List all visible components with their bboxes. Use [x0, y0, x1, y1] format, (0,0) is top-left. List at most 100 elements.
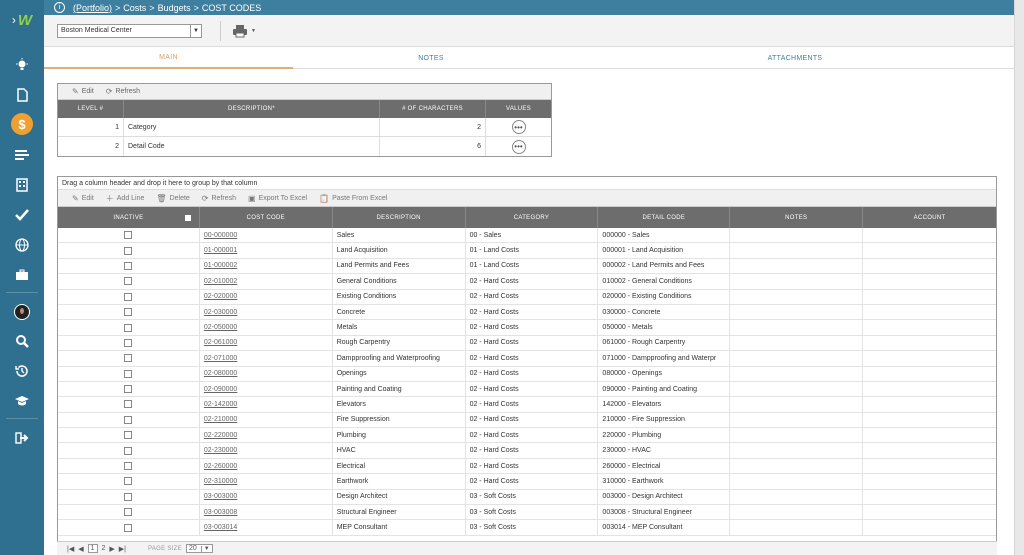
- costs-dollar-icon[interactable]: $: [0, 111, 44, 137]
- inactive-checkbox[interactable]: [124, 523, 133, 532]
- grid-refresh-button[interactable]: ⟳ Refresh: [202, 194, 236, 203]
- table-row[interactable]: 02-220000 Plumbing 02 - Hard Costs 220000 -…: [58, 428, 996, 444]
- table-row[interactable]: 02-080000 Openings 02 - Hard Costs 080000 -…: [58, 366, 996, 382]
- levels-edit-button[interactable]: ✎ Edit: [72, 87, 94, 96]
- cost-code-link-text[interactable]: 02-260000: [204, 463, 237, 470]
- table-row[interactable]: 02-020000 Existing Conditions 02 - Hard Co…: [58, 289, 996, 305]
- cost-code-link-text[interactable]: 02-071000: [204, 355, 237, 362]
- inactive-checkbox[interactable]: [124, 385, 133, 394]
- header-notes[interactable]: NOTES: [730, 207, 864, 228]
- document-icon[interactable]: [0, 82, 44, 108]
- cost-code-link-text[interactable]: 02-020000: [204, 293, 237, 300]
- last-page-icon[interactable]: ▶|: [119, 545, 126, 553]
- cost-code-link[interactable]: 02-020000: [200, 289, 333, 304]
- table-row[interactable]: 02-210000 Fire Suppression 02 - Hard Costs…: [58, 412, 996, 429]
- cost-code-link[interactable]: 01-000001: [200, 243, 333, 258]
- cost-code-link-text[interactable]: 02-030000: [204, 309, 237, 316]
- more-options-icon[interactable]: •••: [511, 139, 526, 154]
- table-row[interactable]: 03-003000 Design Architect 03 - Soft Costs…: [58, 489, 996, 506]
- inactive-checkbox[interactable]: [124, 246, 133, 255]
- cost-code-link[interactable]: 02-210000: [200, 412, 333, 428]
- cost-code-link[interactable]: 02-010002: [200, 274, 333, 289]
- levels-header-chars[interactable]: # OF CHARACTERS: [380, 100, 486, 118]
- cost-code-link[interactable]: 02-310000: [200, 474, 333, 489]
- graduation-cap-icon[interactable]: [0, 388, 44, 414]
- paste-excel-button[interactable]: 📋 Paste From Excel: [319, 194, 387, 203]
- inactive-checkbox[interactable]: [124, 261, 133, 270]
- table-row[interactable]: 02-010002 General Conditions 02 - Hard Cos…: [58, 274, 996, 290]
- checkmark-icon[interactable]: [0, 202, 44, 228]
- cost-code-link-text[interactable]: 01-000001: [204, 247, 237, 254]
- cost-code-link-text[interactable]: 02-310000: [204, 478, 237, 485]
- lightbulb-icon[interactable]: [0, 52, 44, 78]
- first-page-icon[interactable]: |◀: [67, 545, 74, 553]
- header-detail-code[interactable]: DETAIL CODE: [598, 207, 731, 228]
- cost-code-link-text[interactable]: 02-061000: [204, 339, 237, 346]
- next-page-icon[interactable]: ▶: [109, 545, 114, 553]
- table-row[interactable]: 01-000002 Land Permits and Fees 01 - Land …: [58, 258, 996, 275]
- page-size-select[interactable]: 20 ▼: [185, 544, 213, 553]
- inactive-checkbox[interactable]: [124, 277, 133, 286]
- cost-code-link-text[interactable]: 02-010002: [204, 278, 237, 285]
- table-row[interactable]: 02-230000 HVAC 02 - Hard Costs 230000 - HVA…: [58, 443, 996, 459]
- table-row[interactable]: 02-090000 Painting and Coating 02 - Hard C…: [58, 381, 996, 398]
- levels-header-level[interactable]: LEVEL #: [58, 100, 124, 118]
- levels-row[interactable]: 1 Category 2 •••: [58, 118, 551, 137]
- add-line-button[interactable]: ＋ Add Line: [106, 193, 145, 204]
- cost-code-link-text[interactable]: 01-000002: [204, 262, 237, 269]
- inactive-checkbox[interactable]: [124, 292, 133, 301]
- search-icon[interactable]: [0, 328, 44, 354]
- tab-notes[interactable]: NOTES: [306, 47, 556, 69]
- table-row[interactable]: 02-050000 Metals 02 - Hard Costs 050000 - M…: [58, 320, 996, 336]
- table-row[interactable]: 02-310000 Earthwork 02 - Hard Costs 310000 …: [58, 474, 996, 490]
- inactive-checkbox[interactable]: [124, 369, 133, 378]
- table-row[interactable]: 00-000000 Sales 00 - Sales 000000 - Sales: [58, 228, 996, 244]
- inactive-checkbox[interactable]: [124, 400, 133, 409]
- export-excel-button[interactable]: ▣ Export To Excel: [248, 194, 307, 203]
- table-row[interactable]: 01-000001 Land Acquisition 01 - Land Costs…: [58, 243, 996, 259]
- table-row[interactable]: 02-260000 Electrical 02 - Hard Costs 260000…: [58, 458, 996, 475]
- cost-code-link-text[interactable]: 03-003014: [204, 524, 237, 531]
- inactive-checkbox[interactable]: [124, 446, 133, 455]
- more-options-icon[interactable]: •••: [511, 120, 526, 134]
- levels-refresh-button[interactable]: ⟳ Refresh: [106, 87, 140, 96]
- cost-code-link[interactable]: 02-090000: [200, 381, 333, 397]
- cost-code-link-text[interactable]: 02-050000: [204, 324, 237, 331]
- select-all-checkbox[interactable]: [184, 214, 191, 221]
- cost-code-link[interactable]: 01-000002: [200, 258, 333, 274]
- page-1-button[interactable]: 1: [87, 544, 98, 553]
- cost-code-link[interactable]: 02-050000: [200, 320, 333, 335]
- building-icon[interactable]: [0, 172, 44, 198]
- info-icon[interactable]: i: [54, 2, 65, 13]
- cost-code-link-text[interactable]: 02-210000: [204, 416, 237, 423]
- cost-code-link-text[interactable]: 00-000000: [204, 232, 237, 239]
- globe-icon[interactable]: [0, 232, 44, 258]
- cost-code-link[interactable]: 02-230000: [200, 443, 333, 458]
- cost-code-link-text[interactable]: 02-220000: [204, 432, 237, 439]
- header-inactive[interactable]: INACTIVE: [58, 207, 200, 228]
- inactive-checkbox[interactable]: [124, 477, 133, 486]
- levels-row[interactable]: 2 Detail Code 6 •••: [58, 137, 551, 156]
- project-select[interactable]: Boston Medical Center ▼: [57, 24, 202, 38]
- delete-button[interactable]: 🗑 Delete: [156, 194, 189, 203]
- history-icon[interactable]: [0, 358, 44, 384]
- table-row[interactable]: 02-071000 Dampproofing and Waterproofing 0…: [58, 351, 996, 367]
- inactive-checkbox[interactable]: [124, 462, 133, 471]
- tab-attachments[interactable]: ATTACHMENTS: [668, 47, 922, 69]
- cost-code-link[interactable]: 02-071000: [200, 351, 333, 366]
- inactive-checkbox[interactable]: [124, 231, 133, 240]
- print-button[interactable]: ▼: [232, 23, 262, 39]
- page-2-button[interactable]: 2: [102, 545, 106, 552]
- briefcase-icon[interactable]: [0, 262, 44, 288]
- group-drop-area[interactable]: Drag a column header and drop it here to…: [58, 177, 996, 190]
- cost-code-link[interactable]: 03-003000: [200, 489, 333, 505]
- vertical-scrollbar[interactable]: [1014, 0, 1024, 555]
- cost-code-link[interactable]: 03-003014: [200, 520, 333, 535]
- cost-code-link[interactable]: 02-220000: [200, 428, 333, 443]
- header-category[interactable]: CATEGORY: [466, 207, 599, 228]
- grid-edit-button[interactable]: ✎ Edit: [72, 194, 94, 203]
- logout-icon[interactable]: [0, 425, 44, 451]
- cost-code-link-text[interactable]: 02-142000: [204, 401, 237, 408]
- prev-page-icon[interactable]: ◀: [78, 545, 83, 553]
- app-logo[interactable]: › W: [0, 0, 44, 40]
